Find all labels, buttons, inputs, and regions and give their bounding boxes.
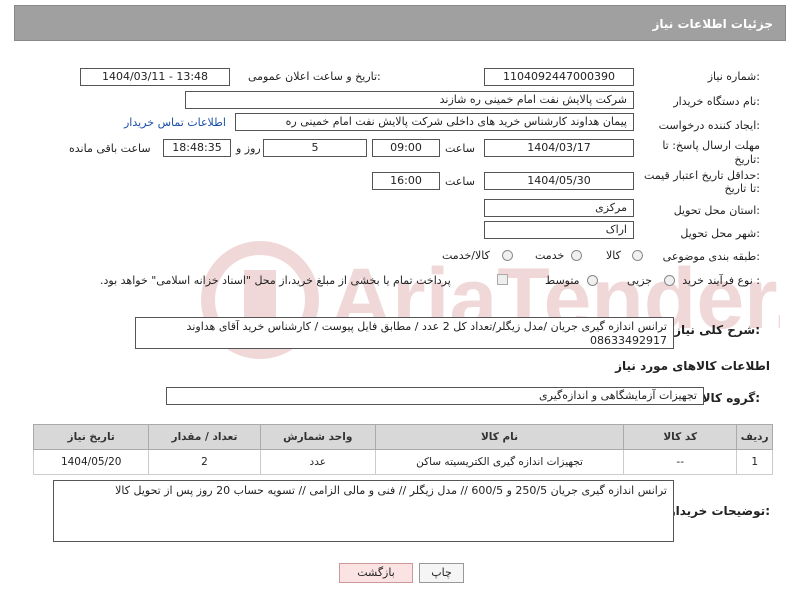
- remaining-time-field: 18:48:35: [163, 139, 231, 157]
- remaining-label: ساعت باقی مانده: [69, 142, 151, 155]
- process-label: نوع فرآیند خرید :: [682, 274, 760, 287]
- deadline-date-field: 1404/03/17: [484, 139, 634, 157]
- need-number-field: 1104092447000390: [484, 68, 634, 86]
- goods-info-title: اطلاعات کالاهای مورد نیاز: [615, 359, 770, 373]
- col-unit: واحد شمارش: [259, 424, 376, 450]
- goods-table: تاریخ نیاز تعداد / مقدار واحد شمارش نام …: [32, 424, 773, 475]
- buyer-contact-link[interactable]: اطلاعات تماس خریدار: [124, 116, 226, 129]
- process-radio-medium[interactable]: [587, 275, 598, 286]
- description-line-2: 08633492917: [590, 334, 667, 347]
- table-row: 1404/05/20 2 عدد تجهیزات اندازه گیری الک…: [32, 449, 773, 475]
- buyer-org-field: شرکت پالایش نفت امام خمینی ره شازند: [185, 91, 634, 109]
- creator-field: پیمان هداوند کارشناس خرید های داخلی شرکت…: [235, 113, 634, 131]
- need-number-label: شماره نیاز:: [707, 70, 760, 83]
- page-title: جزئیات اطلاعات نیاز: [652, 17, 773, 31]
- deadline-time-label: ساعت: [445, 142, 475, 155]
- back-button[interactable]: بازگشت: [339, 563, 413, 583]
- deadline-label: مهلت ارسال پاسخ: تا: [662, 139, 760, 152]
- province-field: مرکزی: [484, 199, 634, 217]
- process-option-medium: متوسط: [545, 274, 580, 287]
- col-need-date: تاریخ نیاز: [32, 424, 150, 450]
- cell-quantity: 2: [148, 449, 261, 475]
- province-label: استان محل تحویل:: [673, 204, 760, 217]
- category-label: طبقه بندی موضوعی:: [662, 250, 760, 263]
- validity-time-field: 16:00: [372, 172, 440, 190]
- category-option-goods: کالا: [606, 249, 621, 262]
- cell-item-name: تجهیزات اندازه گیری الکتریسیته ساکن: [374, 449, 625, 475]
- category-option-service: خدمت: [535, 249, 565, 262]
- buyer-notes-field: ترانس اندازه گیری جریان 250/5 و 600/5 //…: [53, 480, 674, 542]
- creator-label: ایجاد کننده درخواست:: [658, 119, 760, 132]
- validity-date-field: 1404/05/30: [484, 172, 634, 190]
- col-quantity: تعداد / مقدار: [148, 424, 261, 450]
- announce-label: تاریخ و ساعت اعلان عمومی:: [248, 70, 381, 83]
- cell-need-date: 1404/05/20: [32, 449, 150, 475]
- category-radio-goods[interactable]: [632, 250, 643, 261]
- city-field: اراک: [484, 221, 634, 239]
- description-field: ترانس اندازه گیری جریان /مدل زیگلر/تعداد…: [135, 317, 674, 349]
- process-option-minor: جزیی: [627, 274, 653, 287]
- buyer-notes-label: توضیحات خریدار:: [668, 504, 770, 518]
- goods-group-field: تجهیزات آزمایشگاهی و اندازه‌گیری: [166, 387, 704, 405]
- description-label: شرح کلی نیاز:: [674, 323, 760, 337]
- validity-time-label: ساعت: [445, 175, 475, 188]
- category-radio-service[interactable]: [571, 250, 582, 261]
- treasury-checkbox[interactable]: [497, 274, 508, 285]
- col-item-name: نام کالا: [374, 424, 625, 450]
- col-row: ردیف: [736, 424, 773, 450]
- cell-unit: عدد: [259, 449, 376, 475]
- validity-label: حداقل تاریخ اعتبار قیمت:: [644, 169, 760, 182]
- description-line-1: ترانس اندازه گیری جریان /مدل زیگلر/تعداد…: [186, 320, 667, 333]
- deadline-time-field: 09:00: [372, 139, 440, 157]
- process-radio-minor[interactable]: [664, 275, 675, 286]
- cell-row: 1: [736, 449, 773, 475]
- table-header-row: تاریخ نیاز تعداد / مقدار واحد شمارش نام …: [32, 424, 773, 450]
- category-radio-goods-service[interactable]: [502, 250, 513, 261]
- payment-note: پرداخت تمام یا بخشی از مبلغ خرید،از محل …: [100, 274, 451, 287]
- print-button[interactable]: چاپ: [419, 563, 464, 583]
- days-label: روز و: [236, 142, 261, 155]
- cell-item-code: --: [623, 449, 738, 475]
- deadline-label-2: تاریخ:: [734, 153, 760, 166]
- details-header: جزئیات اطلاعات نیاز: [14, 5, 786, 41]
- category-option-goods-service: کالا/خدمت: [442, 249, 490, 262]
- goods-group-label: گروه کالا:: [701, 391, 760, 405]
- city-label: شهر محل تحویل:: [680, 227, 760, 240]
- days-field: 5: [263, 139, 367, 157]
- announce-field: 1404/03/11 - 13:48: [80, 68, 230, 86]
- validity-label-2: تا تاریخ:: [724, 182, 760, 195]
- col-item-code: کد کالا: [623, 424, 738, 450]
- buyer-org-label: نام دستگاه خریدار:: [673, 95, 760, 108]
